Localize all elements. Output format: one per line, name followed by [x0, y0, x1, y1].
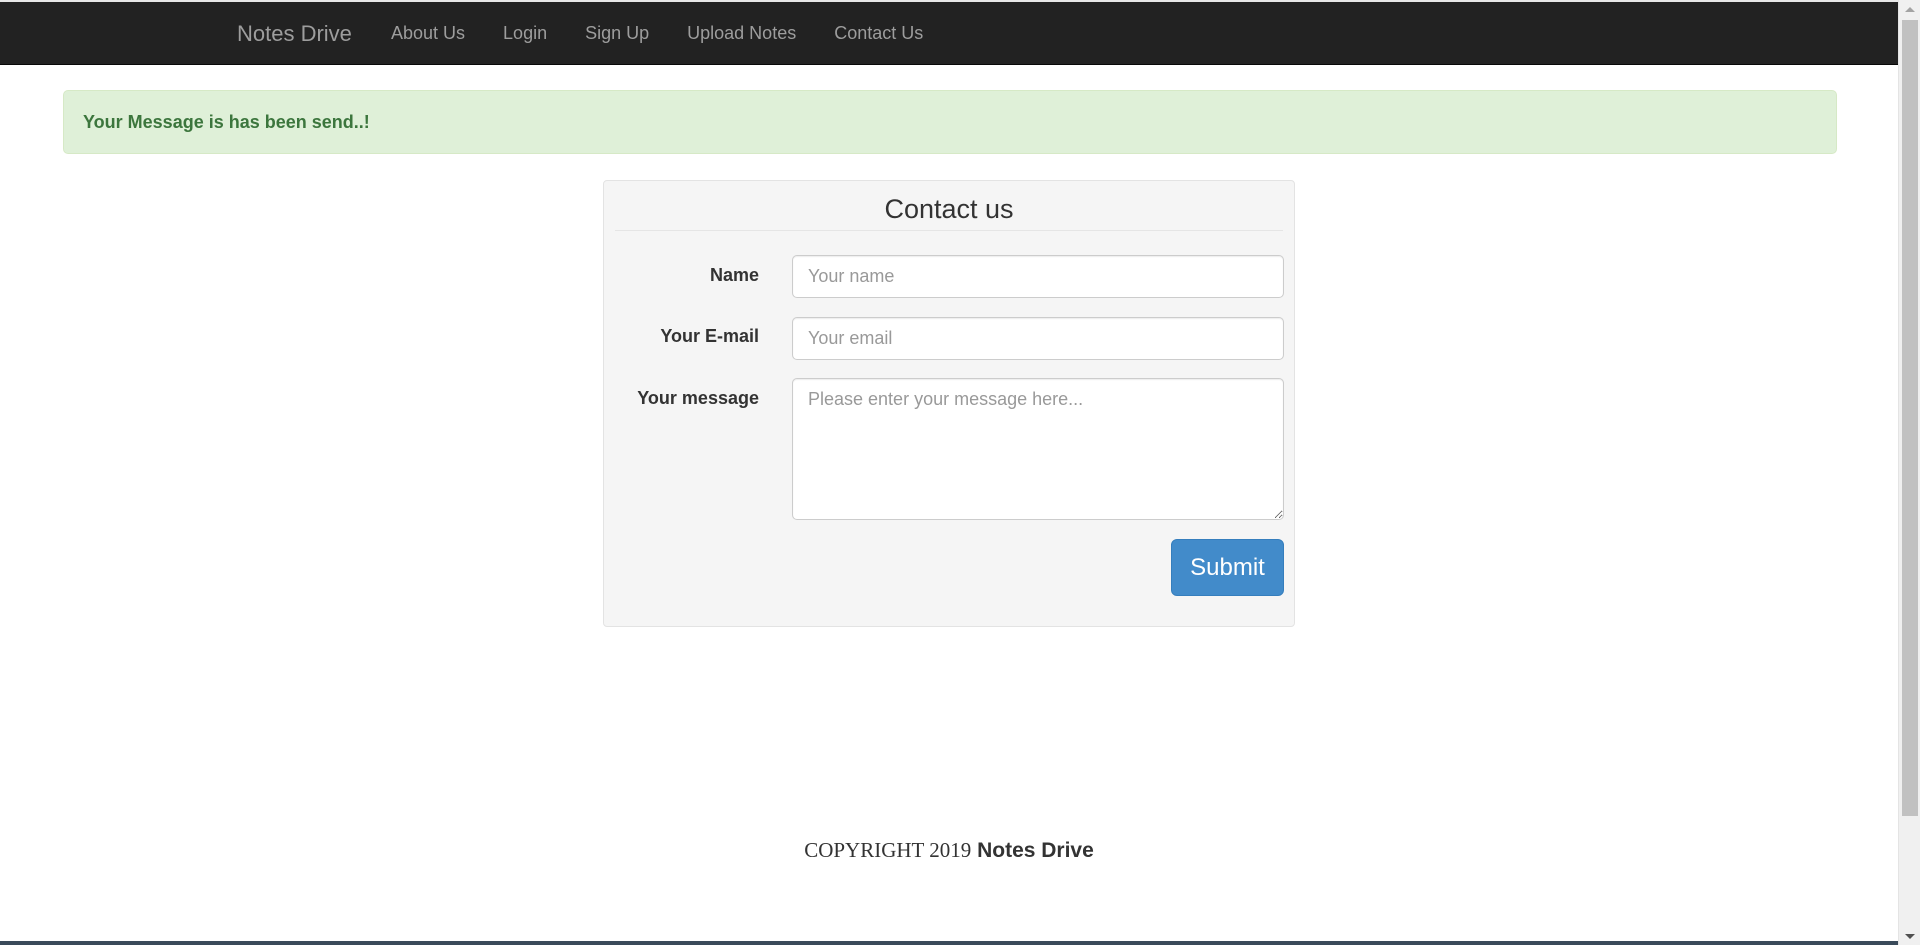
message-label: Your message [637, 388, 759, 408]
nav-item-upload-notes: Upload Notes [668, 2, 815, 65]
navbar-menu: About Us Login Sign Up Upload Notes Cont… [372, 2, 942, 65]
nav-link-login[interactable]: Login [484, 2, 566, 65]
contact-form-title: Contact us [615, 181, 1283, 231]
footer-copyright: COPYRIGHT 2019 [804, 838, 972, 862]
bottom-strip [0, 941, 1898, 945]
nav-item-login: Login [484, 2, 566, 65]
nav-link-upload-notes[interactable]: Upload Notes [668, 2, 815, 65]
navbar: Notes Drive About Us Login Sign Up Uploa… [0, 2, 1898, 65]
name-label: Name [709, 265, 759, 285]
scrollbar-thumb[interactable] [1902, 20, 1918, 816]
footer: COPYRIGHT 2019 Notes Drive [0, 838, 1898, 863]
nav-link-about-us[interactable]: About Us [372, 2, 484, 65]
nav-item-contact-us: Contact Us [815, 2, 942, 65]
navbar-brand-link[interactable]: Notes Drive [237, 2, 352, 65]
submit-button[interactable]: Submit [1171, 539, 1284, 596]
chevron-up-icon[interactable] [1899, 0, 1920, 18]
name-input[interactable] [792, 255, 1284, 298]
footer-brand: Notes Drive [977, 839, 1094, 862]
success-alert: Your Message is has been send..! [63, 90, 1837, 154]
nav-link-contact-us[interactable]: Contact Us [815, 2, 942, 65]
nav-item-about-us: About Us [372, 2, 484, 65]
chevron-down-icon[interactable] [1899, 927, 1920, 945]
nav-item-sign-up: Sign Up [566, 2, 668, 65]
vertical-scrollbar[interactable] [1898, 0, 1920, 945]
page: Notes Drive About Us Login Sign Up Uploa… [0, 0, 1920, 945]
contact-form: Contact us Name Your E-mail Your message… [603, 180, 1295, 627]
email-input[interactable] [792, 317, 1284, 360]
nav-link-sign-up[interactable]: Sign Up [566, 2, 668, 65]
email-label: Your E-mail [660, 326, 759, 346]
message-textarea[interactable] [792, 378, 1284, 520]
